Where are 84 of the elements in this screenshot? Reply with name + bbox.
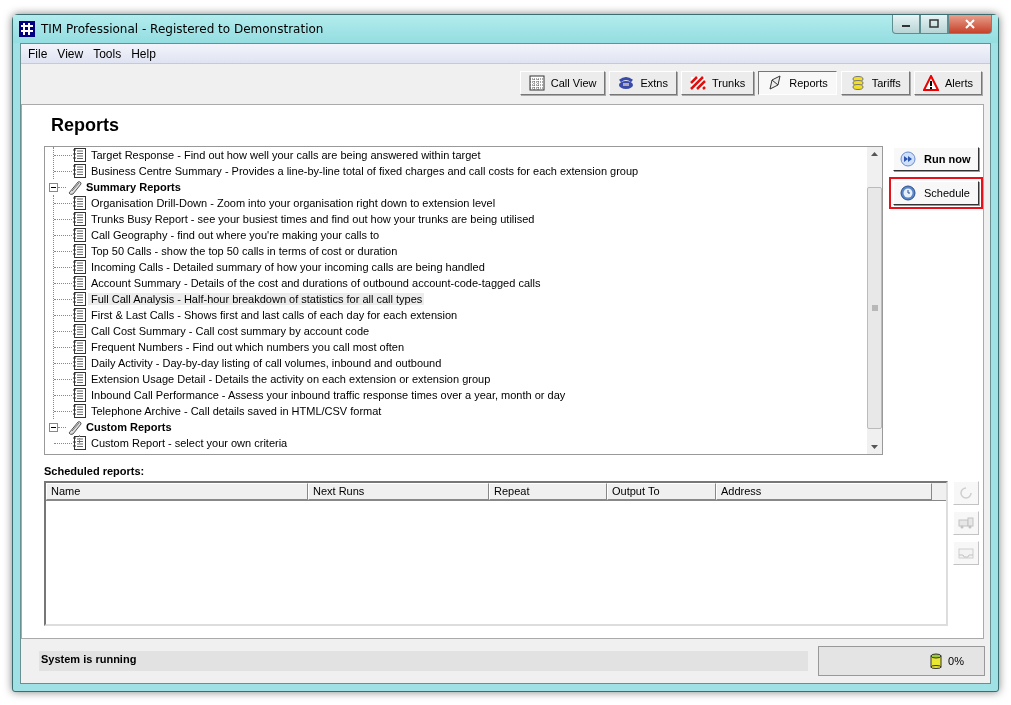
table-icon [528,75,545,91]
scroll-up-icon[interactable] [870,151,879,157]
column-header[interactable]: Repeat [489,483,607,500]
tree-item[interactable]: Daily Activity - Day-by-day listing of call volumes, inbound and outbound [88,357,444,369]
toolbar-tab[interactable]: Alerts [913,71,982,95]
section-label: Scheduled reports: [44,464,146,479]
action-button[interactable]: Run now [893,147,979,171]
paperclip-icon [66,179,82,195]
pen-icon [767,75,784,91]
toolbar-tab[interactable]: Reports [758,71,837,95]
scrollbar[interactable] [867,147,882,454]
tree-item[interactable]: Telephone Archive - Call details saved in HTML/CSV format [88,405,384,417]
report-icon [72,147,88,163]
tree-group-label[interactable]: Summary Reports [86,181,181,193]
scroll-thumb[interactable] [867,187,882,429]
report-icon [72,275,88,291]
column-header[interactable]: Address [716,483,932,500]
report-icon [72,371,88,387]
tree-item[interactable]: Call Geography - find out where you're making your calls to [88,229,382,241]
report-icon [72,387,88,403]
window-title: TIM Professional - Registered to Demonstration [41,22,325,36]
column-header[interactable]: Name [46,483,308,500]
toolbar-tab[interactable]: Trunks [681,71,755,95]
close-button[interactable] [948,15,992,34]
collapse-toggle[interactable] [49,182,58,192]
tree-item[interactable]: Business Centre Summary - Provides a line-by-line total of fixed charges and call costs for each extension group [88,165,641,177]
report-icon [72,227,88,243]
tree-item[interactable]: Extension Usage Detail - Details the activity on each extension or extension group [88,373,493,385]
status-message: System is running [39,651,808,671]
usage-percentage: 0% [948,655,964,667]
scroll-down-icon[interactable] [870,444,879,450]
report-icon [72,339,88,355]
telephone-icon [618,75,635,91]
menu-item[interactable]: Tools [88,46,127,61]
page-heading: Reports [50,114,120,137]
fast-forward-icon [900,151,916,167]
collapse-toggle[interactable] [49,422,58,432]
tree-group-label[interactable]: Custom Reports [86,421,172,433]
tree-item[interactable]: Organisation Drill-Down - Zoom into your organisation right down to extension level [88,197,498,209]
coins-icon [849,75,866,91]
maximize-button[interactable] [920,15,948,34]
tree-item[interactable]: Target Response - Find out how well your calls are being answered within target [88,149,483,161]
report-icon [72,163,88,179]
menu-item[interactable]: File [23,46,53,61]
report-icon [72,403,88,419]
tree-item[interactable]: Custom Report - select your own criteria [88,437,290,449]
truck-icon [958,515,974,531]
tree-item[interactable]: Incoming Calls - Detailed summary of how your incoming calls are being handled [88,261,487,273]
report-icon [72,435,88,451]
tree-item[interactable]: Call Cost Summary - Call cost summary by account code [88,325,372,337]
minimize-button[interactable] [892,15,920,34]
stripes-icon [690,75,706,91]
report-icon [72,243,88,259]
maximize-icon [929,19,939,29]
tree-item[interactable]: Account Summary - Details of the cost and durations of outbound account-code-tagged calls [88,277,543,289]
tree-item[interactable]: Frequent Numbers - Find out which numbers you call most often [88,341,407,353]
tray-icon [958,545,974,561]
clock-icon [900,185,916,201]
menu-item[interactable]: Help [126,46,161,61]
report-icon [72,195,88,211]
action-button[interactable]: Schedule [893,181,979,205]
report-icon [72,323,88,339]
report-icon [72,211,88,227]
tree-item[interactable]: Top 50 Calls - show the top 50 calls in terms of cost or duration [88,245,400,257]
tree-item[interactable]: Inbound Call Performance - Assess your inbound traffic response times over a year, month or day [88,389,568,401]
toolbar-tab[interactable]: Extns [609,71,677,95]
tree-item[interactable]: Trunks Busy Report - see your busiest times and find out how your trunks are being utilised [88,213,537,225]
column-header[interactable]: Next Runs [308,483,489,500]
paperclip-icon [66,419,82,435]
menu-item[interactable]: View [52,46,89,61]
tree-item[interactable]: First & Last Calls - Shows first and last calls of each day for each extension [88,309,460,321]
warning-icon [922,75,939,91]
report-icon [72,307,88,323]
tree-item[interactable]: Full Call Analysis - Half-hour breakdown of statistics for all call types [88,293,425,305]
toolbar-tab[interactable]: Tariffs [840,71,910,95]
report-icon [72,355,88,371]
grip-icon [871,305,878,311]
hash-icon [19,21,35,37]
column-header[interactable]: Output To [607,483,716,500]
report-icon [72,259,88,275]
toolbar-tab[interactable]: Call View [519,71,606,95]
report-icon [72,291,88,307]
cylinder-icon [930,653,943,669]
close-icon [965,19,975,29]
